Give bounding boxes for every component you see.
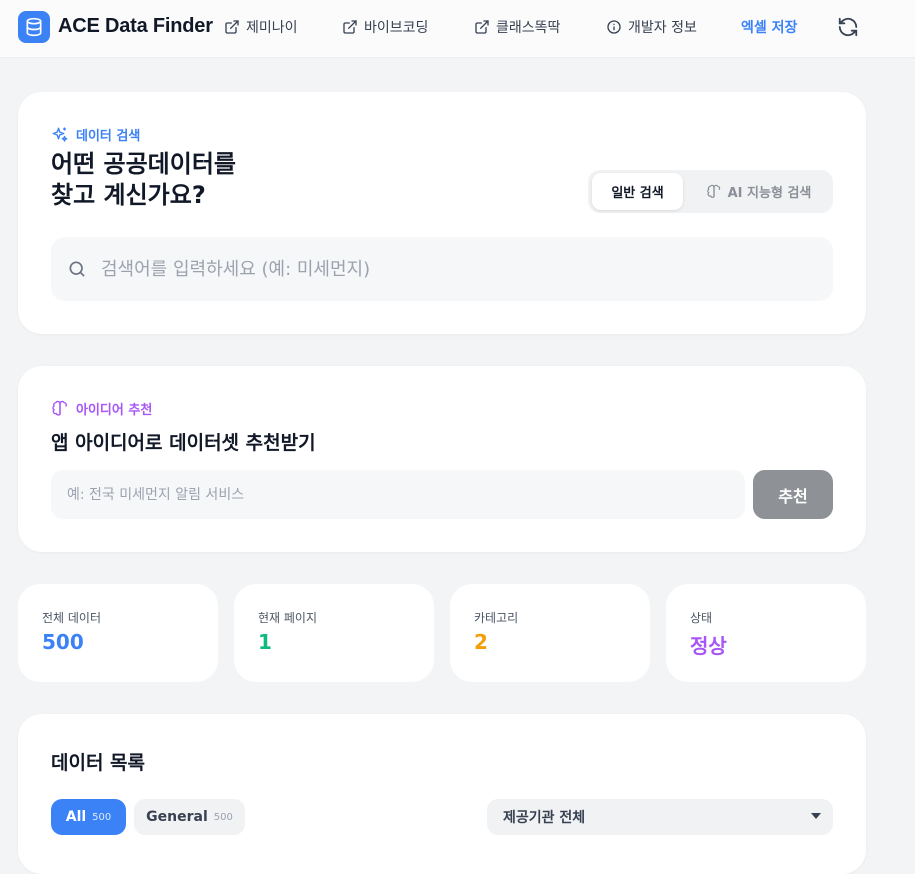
link-class-ttokttak[interactable]: 클래스똑딱	[474, 17, 560, 37]
stat-total-data: 전체 데이터 500	[18, 584, 218, 682]
idea-tag-label: 아이디어 추천	[76, 403, 153, 418]
database-logo-icon	[18, 11, 50, 43]
idea-input[interactable]	[51, 470, 745, 519]
link-developer-info-label: 개발자 정보	[628, 20, 697, 36]
link-developer-info[interactable]: 개발자 정보	[606, 17, 697, 37]
data-list-card: 데이터 목록 All 500 General 500 제공기관 전체	[18, 714, 866, 874]
link-gemini[interactable]: 제미나이	[224, 17, 298, 37]
ai-search-tab[interactable]: AI 지능형 검색	[691, 173, 826, 210]
stat-label: 카테고리	[474, 611, 519, 625]
general-search-tab[interactable]: 일반 검색	[592, 173, 683, 210]
data-search-card: 데이터 검색 어떤 공공데이터를 찾고 계신가요? 일반 검색 AI 지능형 검…	[18, 92, 866, 334]
search-icon	[69, 261, 85, 277]
external-link-icon	[475, 20, 489, 34]
idea-tag: 아이디어 추천	[51, 399, 152, 418]
recommend-button[interactable]: 추천	[753, 470, 833, 519]
stat-label: 상태	[690, 611, 713, 625]
stat-value: 정상	[690, 634, 727, 658]
link-gemini-label: 제미나이	[246, 20, 298, 36]
stat-value: 1	[258, 630, 272, 654]
chevron-down-icon	[811, 813, 821, 819]
brain-icon	[706, 184, 720, 198]
stat-category: 카테고리 2	[450, 584, 650, 682]
search-input[interactable]	[101, 237, 801, 301]
top-navigation-bar: ACE Data Finder 제미나이 바이브코딩 클래스똑딱 개발자 정보 …	[0, 0, 915, 58]
data-search-tag-label: 데이터 검색	[76, 129, 141, 144]
search-heading-line2: 찾고 계신가요?	[51, 181, 206, 209]
search-box	[51, 237, 833, 301]
data-search-tag: 데이터 검색	[51, 125, 140, 144]
external-link-icon	[343, 20, 357, 34]
sparkles-icon	[52, 127, 68, 142]
link-vibe-coding[interactable]: 바이브코딩	[342, 17, 428, 37]
stat-current-page: 현재 페이지 1	[234, 584, 434, 682]
chip-label: All	[65, 809, 87, 825]
info-icon	[607, 20, 621, 34]
refresh-icon[interactable]	[837, 16, 859, 38]
chip-count: 500	[213, 811, 233, 823]
stat-label: 현재 페이지	[258, 611, 318, 625]
chip-count: 500	[92, 811, 112, 823]
app-title: ACE Data Finder	[58, 15, 213, 37]
chip-label: General	[146, 809, 208, 825]
data-list-title: 데이터 목록	[51, 752, 146, 774]
excel-save-button[interactable]: 엑셀 저장	[741, 17, 797, 37]
stat-value: 500	[42, 630, 84, 654]
link-class-ttokttak-label: 클래스똑딱	[496, 20, 561, 36]
search-heading-line1: 어떤 공공데이터를	[51, 150, 236, 178]
idea-heading: 앱 아이디어로 데이터셋 추천받기	[51, 432, 316, 454]
idea-recommend-card: 아이디어 추천 앱 아이디어로 데이터셋 추천받기 추천	[18, 366, 866, 552]
search-heading: 어떤 공공데이터를 찾고 계신가요?	[51, 149, 236, 211]
stat-label: 전체 데이터	[42, 611, 102, 625]
brain-icon	[52, 400, 67, 416]
search-mode-toggle: 일반 검색 AI 지능형 검색	[588, 170, 833, 213]
category-chip-general[interactable]: General 500	[134, 799, 245, 835]
link-vibe-coding-label: 바이브코딩	[364, 20, 429, 36]
stat-status: 상태 정상	[666, 584, 866, 682]
stat-value: 2	[474, 630, 488, 654]
organization-select-value: 제공기관 전체	[503, 810, 586, 826]
ai-search-tab-label: AI 지능형 검색	[727, 186, 812, 201]
external-link-icon	[225, 20, 239, 34]
category-chip-all[interactable]: All 500	[51, 799, 126, 835]
organization-select[interactable]: 제공기관 전체	[487, 799, 833, 835]
